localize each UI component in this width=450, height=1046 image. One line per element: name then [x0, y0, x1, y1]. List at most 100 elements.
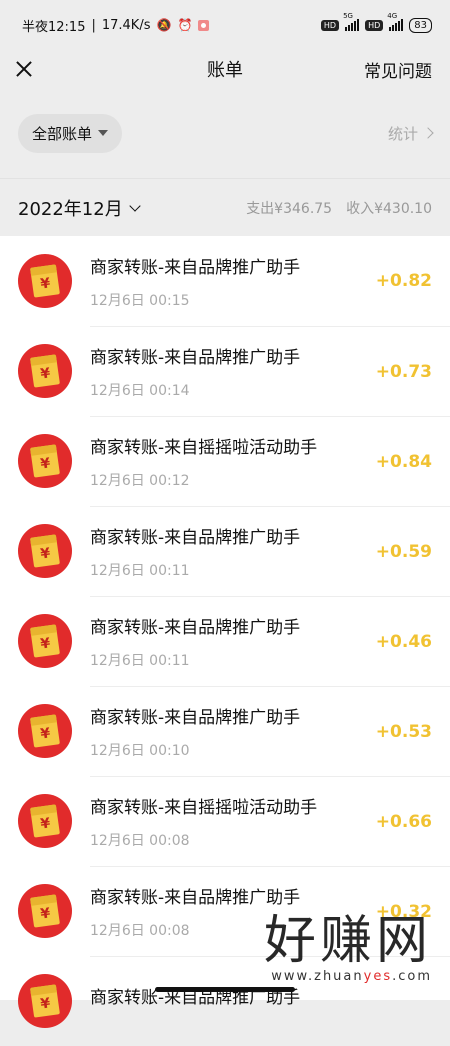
- red-packet-icon: ¥: [18, 974, 72, 1028]
- transaction-text: 商家转账-来自品牌推广助手 12月6日 00:14: [90, 343, 300, 400]
- red-packet-icon: ¥: [18, 434, 72, 488]
- transaction-title: 商家转账-来自品牌推广助手: [90, 528, 301, 548]
- transaction-time: 12月6日 00:08: [90, 833, 190, 849]
- filter-row: 全部账单 统计: [0, 88, 450, 178]
- envelope-icon: ¥: [30, 444, 60, 478]
- transaction-title: 商家转账-来自品牌推广助手: [90, 618, 301, 638]
- transaction-row[interactable]: ¥ 商家转账-来自品牌推广助手 12月6日 00:15 +0.82: [0, 236, 450, 326]
- transaction-text: 商家转账-来自品牌推广助手 12月6日 00:10: [90, 703, 300, 760]
- red-packet-icon: ¥: [18, 884, 72, 938]
- transaction-amount: +0.53: [375, 721, 432, 742]
- signal-4g-icon: 4G: [387, 12, 404, 31]
- envelope-icon: ¥: [30, 804, 60, 838]
- transaction-amount: +0.82: [375, 271, 432, 291]
- caret-down-icon: [98, 130, 109, 136]
- status-right: HD 5G HD 4G 83: [320, 12, 432, 33]
- alarm-icon: ⏰: [177, 18, 193, 32]
- transaction-title: 商家转账-来自品牌推广助手: [90, 708, 301, 728]
- transaction-row[interactable]: ¥ 商家转账-来自品牌推广助手 12月6日 00:08 +0.32: [0, 866, 450, 956]
- transaction-body: 商家转账-来自品牌推广助手: [90, 956, 450, 1046]
- transaction-amount: +0.46: [375, 631, 432, 652]
- transaction-text: 商家转账-来自品牌推广助手 12月6日 00:15: [90, 253, 300, 310]
- transaction-time: 12月6日 00:08: [90, 923, 190, 939]
- signal-5g-icon: 5G: [343, 12, 360, 31]
- hd-badge-1: HD: [320, 19, 340, 31]
- transaction-text: 商家转账-来自品牌推广助手 12月6日 00:11: [90, 523, 300, 580]
- red-packet-icon: ¥: [18, 254, 72, 308]
- transaction-body: 商家转账-来自摇摇啦活动助手 12月6日 00:12 +0.84: [90, 416, 450, 506]
- expense-total: 支出¥346.75: [246, 201, 333, 217]
- statistics-button[interactable]: 统计: [387, 123, 434, 144]
- chevron-down-icon: [129, 200, 141, 212]
- red-packet-icon: ¥: [18, 704, 72, 758]
- transaction-time: 12月6日 00:14: [90, 383, 190, 399]
- month-row: 2022年12月 支出¥346.75 收入¥430.10: [0, 178, 450, 237]
- yuan-icon: ¥: [39, 455, 52, 473]
- network-speed: 17.4K/s: [101, 17, 151, 33]
- transaction-row[interactable]: ¥ 商家转账-来自品牌推广助手 12月6日 00:11 +0.46: [0, 596, 450, 686]
- battery-icon: 83: [409, 17, 432, 33]
- statistics-label: 统计: [387, 124, 418, 143]
- transaction-time: 12月6日 00:11: [90, 653, 190, 669]
- yuan-icon: ¥: [39, 905, 52, 923]
- transaction-row[interactable]: ¥ 商家转账-来自品牌推广助手 12月6日 00:11 +0.59: [0, 506, 450, 596]
- envelope-icon: ¥: [30, 354, 60, 388]
- chevron-right-icon: [422, 127, 434, 139]
- hd-badge-2: HD: [365, 19, 384, 31]
- transaction-text: 商家转账-来自品牌推广助手 12月6日 00:08: [90, 883, 300, 940]
- red-packet-icon: ¥: [18, 794, 72, 848]
- envelope-icon: ¥: [30, 534, 60, 568]
- transaction-title: 商家转账-来自摇摇啦活动助手: [90, 798, 318, 818]
- transaction-row[interactable]: ¥ 商家转账-来自摇摇啦活动助手 12月6日 00:08 +0.66: [0, 776, 450, 866]
- status-bar: 半夜12:15 | 17.4K/s 🔕 ⏰ HD 5G HD 4G 83: [0, 0, 450, 50]
- status-left: 半夜12:15 | 17.4K/s 🔕 ⏰: [22, 16, 210, 35]
- all-bills-filter-button[interactable]: 全部账单: [18, 113, 123, 153]
- envelope-icon: ¥: [30, 264, 60, 298]
- transaction-text: 商家转账-来自摇摇啦活动助手 12月6日 00:08: [90, 793, 317, 850]
- nav-bar: 账单 常见问题: [0, 50, 450, 88]
- transaction-amount: +0.66: [375, 811, 432, 832]
- transaction-row[interactable]: ¥ 商家转账-来自品牌推广助手 12月6日 00:14 +0.73: [0, 326, 450, 416]
- close-icon[interactable]: [12, 57, 36, 81]
- transaction-row[interactable]: ¥ 商家转账-来自品牌推广助手 12月6日 00:10 +0.53: [0, 686, 450, 776]
- transaction-body: 商家转账-来自品牌推广助手 12月6日 00:11 +0.46: [90, 596, 450, 686]
- transaction-title: 商家转账-来自品牌推广助手: [90, 257, 301, 278]
- transaction-text: 商家转账-来自品牌推广助手 12月6日 00:11: [90, 613, 300, 670]
- yuan-icon: ¥: [39, 995, 52, 1013]
- transaction-time: 12月6日 00:15: [90, 292, 190, 309]
- envelope-icon: ¥: [30, 894, 60, 928]
- notification-app-icon: [198, 19, 210, 31]
- transaction-amount: +0.32: [375, 901, 432, 922]
- transaction-body: 商家转账-来自品牌推广助手 12月6日 00:10 +0.53: [90, 686, 450, 776]
- net-label-4g: 4G: [387, 12, 398, 20]
- net-label-5g: 5G: [343, 12, 353, 20]
- transaction-body: 商家转账-来自品牌推广助手 12月6日 00:15 +0.82: [90, 236, 450, 326]
- month-picker[interactable]: 2022年12月: [18, 195, 141, 221]
- transaction-body: 商家转账-来自品牌推广助手 12月6日 00:11 +0.59: [90, 506, 450, 596]
- transaction-text: 商家转账-来自摇摇啦活动助手 12月6日 00:12: [90, 433, 317, 490]
- envelope-icon: ¥: [30, 714, 60, 748]
- home-indicator[interactable]: [155, 987, 295, 992]
- mute-bell-icon: 🔕: [156, 18, 172, 32]
- transaction-list: ¥ 商家转账-来自品牌推广助手 12月6日 00:15 +0.82 ¥ 商家转账-来自品牌…: [0, 236, 450, 1028]
- envelope-icon: ¥: [30, 984, 60, 1018]
- divider: |: [91, 17, 96, 33]
- yuan-icon: ¥: [39, 635, 52, 653]
- yuan-icon: ¥: [39, 725, 52, 743]
- all-bills-label: 全部账单: [32, 124, 93, 143]
- income-total: 收入¥430.10: [346, 201, 432, 217]
- red-packet-icon: ¥: [18, 344, 72, 398]
- transaction-title: 商家转账-来自摇摇啦活动助手: [90, 438, 318, 458]
- transaction-title: 商家转账-来自品牌推广助手: [90, 348, 301, 368]
- envelope-icon: ¥: [30, 624, 60, 658]
- red-packet-icon: ¥: [18, 524, 72, 578]
- yuan-icon: ¥: [39, 275, 52, 293]
- clock: 半夜12:15: [22, 19, 86, 35]
- transaction-amount: +0.59: [375, 541, 432, 562]
- transaction-row[interactable]: ¥ 商家转账-来自摇摇啦活动助手 12月6日 00:12 +0.84: [0, 416, 450, 506]
- transaction-row[interactable]: ¥ 商家转账-来自品牌推广助手: [0, 956, 450, 1046]
- transaction-amount: +0.73: [375, 361, 432, 382]
- month-summary: 支出¥346.75 收入¥430.10: [246, 198, 432, 218]
- month-label: 2022年12月: [18, 199, 123, 220]
- faq-button[interactable]: 常见问题: [364, 57, 432, 82]
